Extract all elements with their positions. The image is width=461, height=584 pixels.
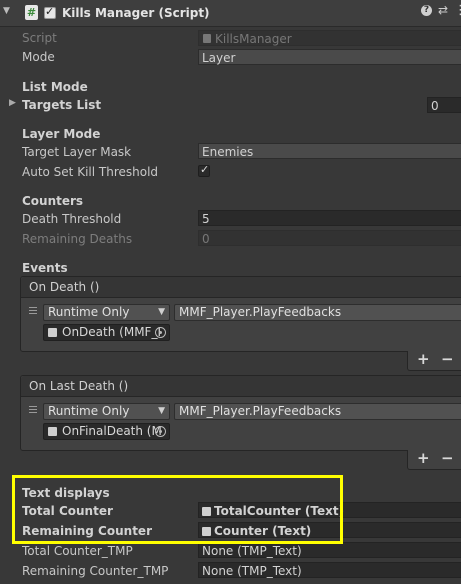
on-last-death-runtime-value: Runtime Only [48, 404, 130, 418]
events-heading: Events [22, 261, 68, 275]
target-layer-mask-dropdown[interactable]: Enemies [198, 143, 461, 159]
on-death-target-value: OnDeath (MMF_I [62, 325, 161, 339]
list-mode-heading: List Mode [22, 80, 88, 94]
death-threshold-label: Death Threshold [22, 212, 122, 226]
on-last-death-function-value: MMF_Player.PlayFeedbacks [179, 404, 342, 418]
auto-set-kill-threshold-label: Auto Set Kill Threshold [22, 165, 159, 179]
mode-label: Mode [22, 50, 55, 64]
gameobject-icon [48, 328, 57, 337]
mode-dropdown[interactable]: Layer [198, 49, 461, 65]
auto-set-check-icon: ✓ [200, 163, 210, 176]
component-header: ▼ # ✓ Kills Manager (Script) ? ⇄ ⋮ [0, 0, 461, 27]
on-last-death-title: On Last Death () [29, 379, 129, 393]
remaining-counter-tmp-value: None (TMP_Text) [202, 564, 302, 578]
drag-handle-icon[interactable] [29, 307, 37, 315]
on-death-function-dropdown[interactable]: MMF_Player.PlayFeedbacks [174, 304, 461, 321]
target-layer-mask-value: Enemies [202, 145, 254, 159]
on-last-death-target-value: OnFinalDeath (M [62, 424, 162, 438]
add-listener-button[interactable]: + [417, 350, 430, 368]
component-title: Kills Manager (Script) [62, 6, 210, 20]
presets-icon[interactable]: ⇄ [438, 3, 448, 17]
add-listener-button[interactable]: + [417, 449, 430, 467]
on-last-death-runtime-dropdown[interactable]: Runtime Only ▼ [43, 403, 170, 420]
targets-count-field[interactable]: 0 [427, 97, 461, 113]
chevron-down-icon: ▼ [158, 406, 165, 416]
script-field: KillsManager [198, 30, 461, 46]
target-layer-mask-label: Target Layer Mask [22, 145, 132, 159]
total-counter-tmp-label: Total Counter_TMP [22, 544, 133, 558]
object-picker-icon[interactable] [155, 426, 166, 437]
death-threshold-value: 5 [202, 212, 210, 226]
mode-value: Layer [202, 51, 236, 65]
remove-listener-button[interactable]: − [441, 449, 454, 467]
remaining-deaths-value: 0 [202, 232, 210, 246]
targets-count-value: 0 [431, 99, 439, 113]
remaining-deaths-field: 0 [198, 230, 461, 246]
script-icon: # [25, 5, 38, 20]
drag-handle-icon[interactable] [29, 406, 37, 414]
on-death-event: On Death () Runtime Only ▼ MMF_Player.Pl… [20, 276, 461, 352]
targets-foldout-icon[interactable]: ▶ [9, 98, 16, 108]
foldout-arrow-icon[interactable]: ▼ [3, 6, 10, 16]
layer-mode-heading: Layer Mode [22, 127, 101, 141]
on-last-death-target-field[interactable]: OnFinalDeath (M [43, 423, 170, 440]
on-last-death-function-dropdown[interactable]: MMF_Player.PlayFeedbacks [174, 403, 461, 420]
death-threshold-field[interactable]: 5 [198, 210, 461, 226]
total-counter-tmp-field[interactable]: None (TMP_Text) [198, 542, 461, 558]
remaining-counter-tmp-label: Remaining Counter_TMP [22, 564, 169, 578]
remaining-deaths-label: Remaining Deaths [22, 232, 133, 246]
counters-heading: Counters [22, 194, 84, 208]
script-value: KillsManager [215, 32, 292, 46]
on-death-runtime-value: Runtime Only [48, 305, 130, 319]
gameobject-icon [48, 427, 57, 436]
enabled-check-icon: ✓ [45, 5, 55, 18]
script-label: Script [22, 31, 57, 45]
remaining-counter-tmp-field[interactable]: None (TMP_Text) [198, 562, 461, 578]
targets-list-label[interactable]: Targets List [22, 97, 101, 113]
remove-listener-button[interactable]: − [441, 350, 454, 368]
chevron-down-icon: ▼ [158, 307, 165, 317]
help-icon[interactable]: ? [421, 5, 432, 16]
on-death-function-value: MMF_Player.PlayFeedbacks [179, 305, 342, 319]
object-picker-icon[interactable] [155, 327, 166, 338]
on-death-title: On Death () [29, 280, 100, 294]
on-last-death-event: On Last Death () Runtime Only ▼ MMF_Play… [20, 375, 461, 451]
highlight-box [12, 475, 343, 544]
on-death-runtime-dropdown[interactable]: Runtime Only ▼ [43, 304, 170, 321]
total-counter-tmp-value: None (TMP_Text) [202, 544, 302, 558]
script-asset-icon [203, 34, 211, 43]
on-death-target-field[interactable]: OnDeath (MMF_I [43, 324, 170, 341]
context-menu-icon[interactable]: ⋮ [454, 3, 461, 18]
